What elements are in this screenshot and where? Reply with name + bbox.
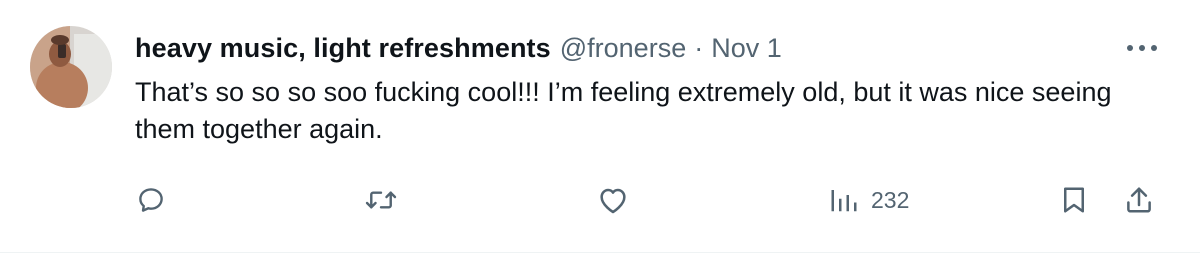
- tweet-header: heavy music, light refreshments @froners…: [135, 30, 782, 66]
- share-button[interactable]: [1124, 178, 1154, 222]
- avatar-photo-icon: [30, 26, 112, 108]
- user-handle[interactable]: @fronerse: [560, 30, 686, 66]
- tweet-card[interactable]: heavy music, light refreshments @froners…: [0, 0, 1200, 253]
- more-options-icon: [1127, 45, 1157, 51]
- tweet-actions: 232: [0, 178, 1200, 222]
- like-button[interactable]: [597, 178, 629, 222]
- more-options-button[interactable]: [1122, 35, 1162, 61]
- retweet-button[interactable]: [364, 178, 398, 222]
- bookmark-icon: [1064, 187, 1084, 213]
- display-name[interactable]: heavy music, light refreshments: [135, 30, 551, 66]
- retweet-icon: [365, 191, 397, 209]
- heart-icon: [600, 188, 626, 214]
- user-avatar[interactable]: [30, 26, 112, 108]
- views-chart-icon: [831, 190, 857, 212]
- share-icon: [1127, 187, 1151, 213]
- tweet-text: That’s so so so soo fucking cool!!! I’m …: [135, 77, 1112, 144]
- views-count: 232: [871, 186, 910, 213]
- bookmark-button[interactable]: [1060, 178, 1088, 222]
- views-button[interactable]: 232: [829, 178, 909, 222]
- header-separator: ·: [694, 33, 704, 63]
- reply-icon: [139, 188, 163, 212]
- tweet-date[interactable]: Nov 1: [711, 30, 782, 66]
- reply-button[interactable]: [136, 178, 166, 222]
